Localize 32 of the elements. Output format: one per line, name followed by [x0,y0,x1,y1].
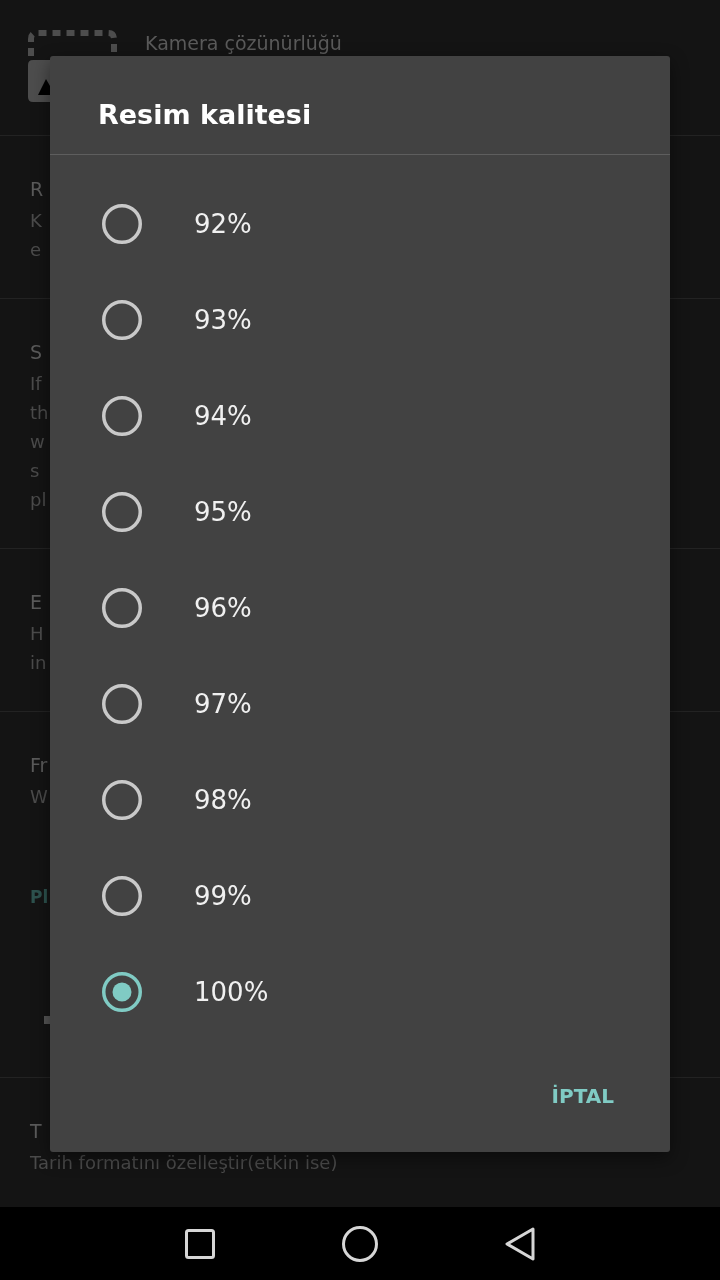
setting-title: E [30,590,42,615]
radio-button[interactable] [102,684,142,724]
radio-button[interactable] [102,492,142,532]
radio-button[interactable] [102,300,142,340]
option-label[interactable]: 93% [194,304,252,336]
radio-button[interactable] [102,396,142,436]
option-label[interactable]: 94% [194,400,252,432]
option-label[interactable]: 100% [194,976,269,1008]
dashed-frame-icon [28,30,117,56]
cancel-button[interactable]: İPTAL [543,1075,622,1116]
option-label[interactable]: 98% [194,784,252,816]
setting-title: S [30,340,43,365]
radio-button[interactable] [102,780,142,820]
recents-icon[interactable] [185,1228,215,1259]
option-label[interactable]: 95% [194,496,252,528]
radio-button[interactable] [102,876,142,916]
home-icon[interactable] [342,1225,378,1262]
radio-button[interactable] [102,204,142,244]
section-header: Pl [30,886,49,909]
option-label[interactable]: 92% [194,208,252,240]
radio-button[interactable] [102,972,142,1012]
setting-title: Kamera çözünürlüğü [145,32,342,54]
option-label[interactable]: 97% [194,688,252,720]
setting-title: R [30,177,44,202]
setting-title: Fr [30,753,48,778]
small-square-icon [44,1016,50,1024]
back-icon[interactable] [505,1226,535,1261]
radio-button[interactable] [102,588,142,628]
option-label[interactable]: 96% [194,592,252,624]
option-label[interactable]: 99% [194,880,252,912]
dialog-title: Resim kalitesi [98,98,312,132]
setting-title: T [30,1119,42,1144]
